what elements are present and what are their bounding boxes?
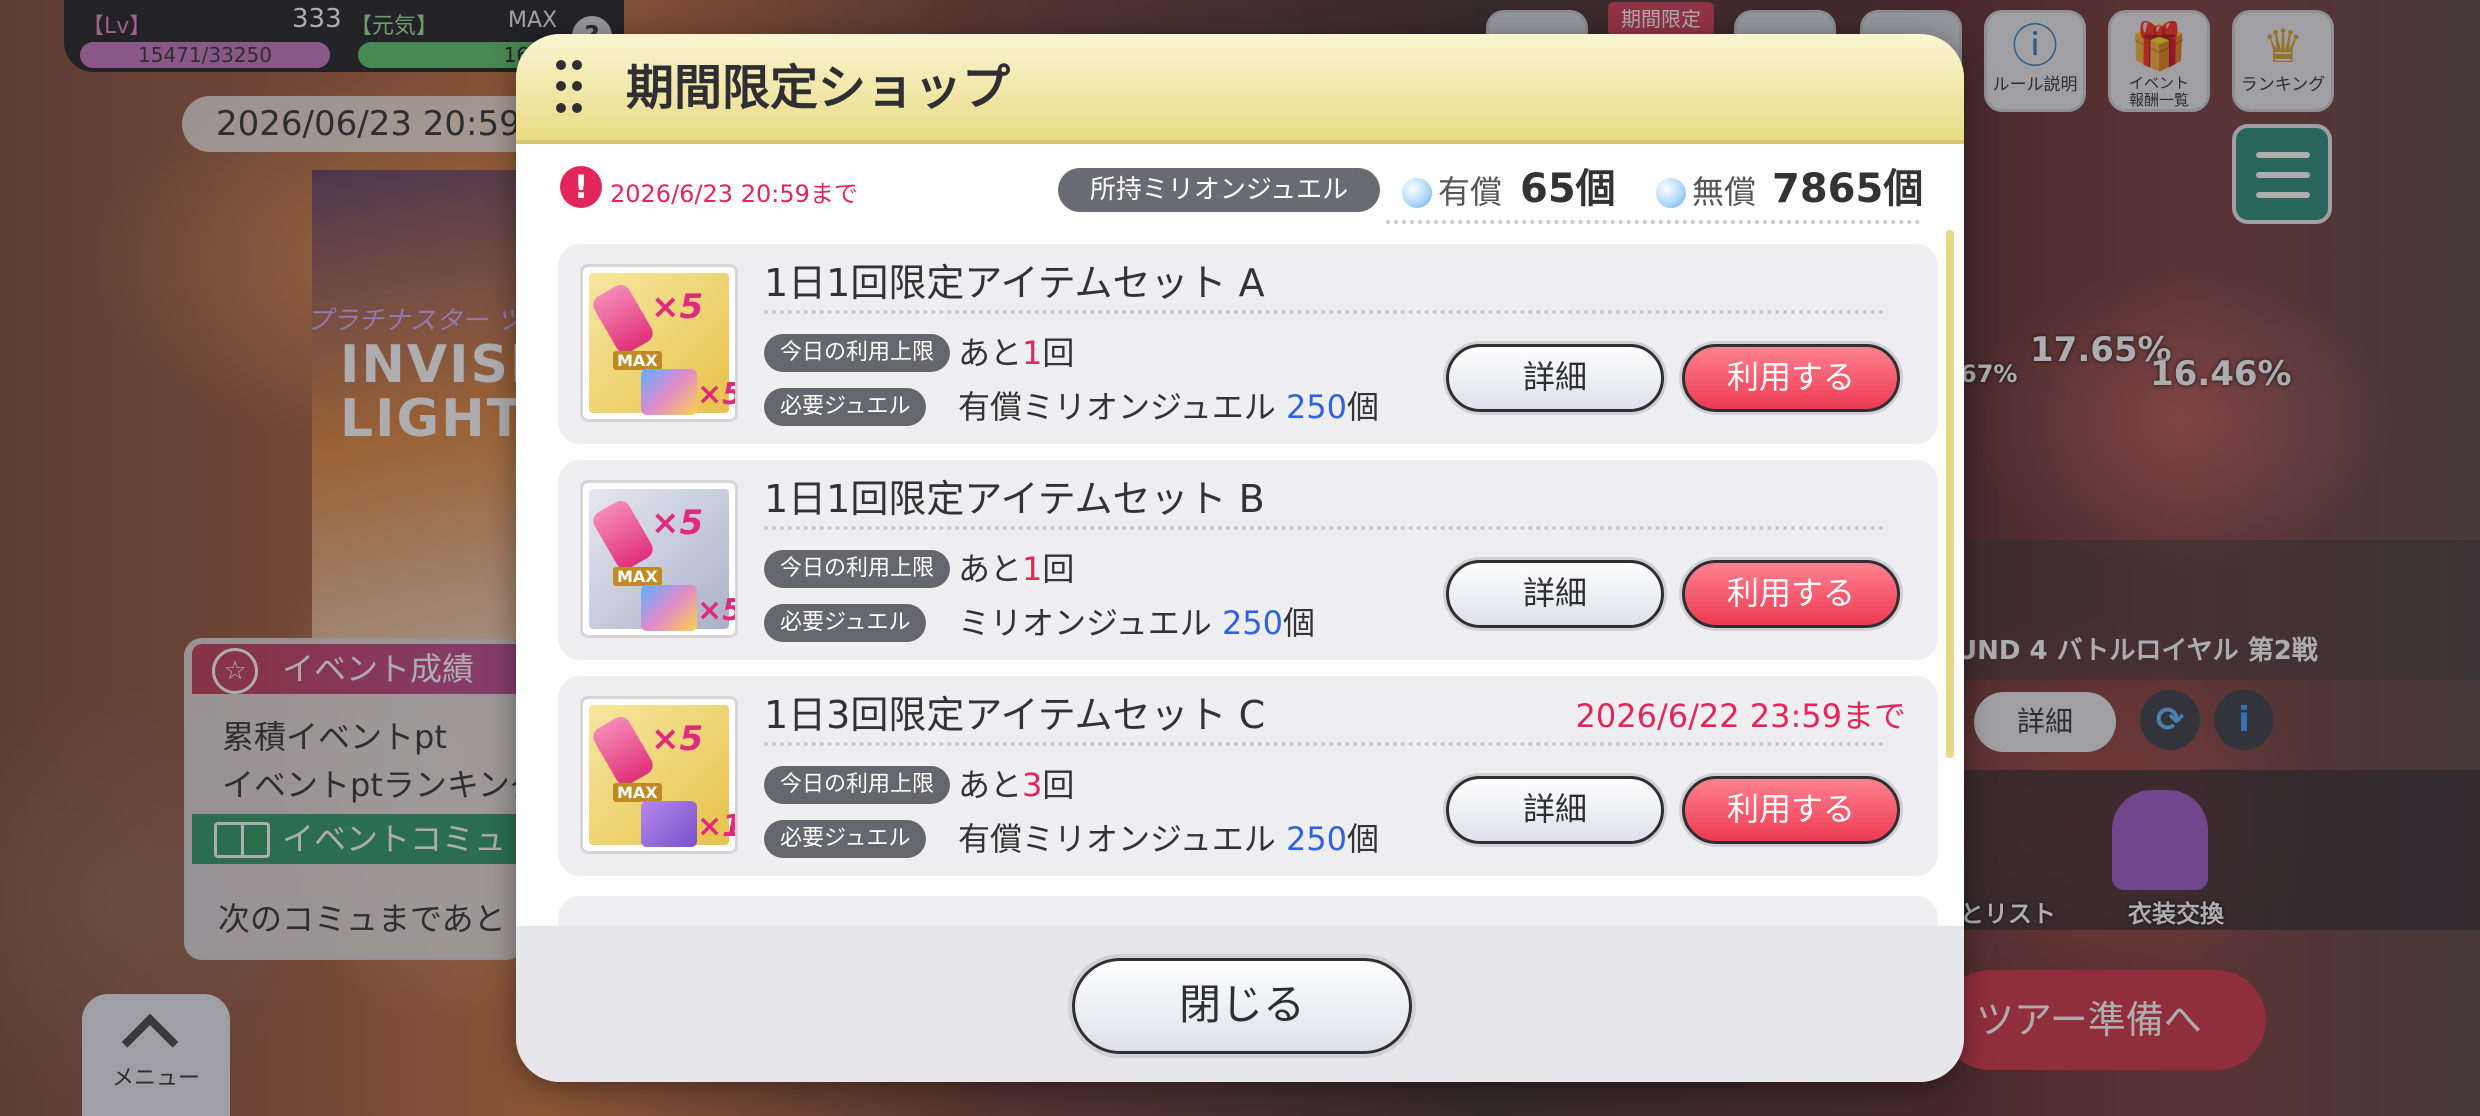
remaining-count: 3 [1022, 766, 1043, 804]
item-thumbnail: ×5 MAX ×5 [580, 264, 738, 422]
scrollbar[interactable] [1946, 230, 1954, 758]
drink-icon [589, 281, 657, 357]
item-cost: 有償ミリオンジュエル 250個 [958, 814, 1379, 864]
cost-unit: 個 [1347, 388, 1380, 426]
divider [1386, 220, 1920, 224]
jewel-icon [1656, 178, 1686, 208]
cost-currency: 有償ミリオンジュエル [958, 820, 1286, 858]
limited-shop-dialog: 期間限定ショップ ! 2026/6/23 20:59まで 所持ミリオンジュエル … [516, 34, 1964, 1082]
quantity-mark: ×5 [697, 593, 735, 628]
drink-icon [589, 713, 657, 789]
item-expiry: 2026/6/22 23:59まで [1575, 697, 1906, 735]
remaining-suffix: 回 [1042, 766, 1075, 804]
remaining-prefix: あと [958, 766, 1023, 804]
paid-count: 65個 [1520, 166, 1616, 212]
item-thumbnail: ×5 MAX ×5 [580, 480, 738, 638]
item-thumbnail-bg: ×5 MAX ×5 [589, 273, 735, 415]
owned-jewel-label: 所持ミリオンジュエル [1058, 168, 1380, 212]
item-thumbnail: ×5 MAX ×1 [580, 696, 738, 854]
daily-limit-badge: 今日の利用上限 [764, 550, 951, 588]
daily-limit-badge: 今日の利用上限 [764, 334, 951, 372]
list-item: ×5 MAX ×5 1日1回限定アイテムセット B 今日の利用上限 必要ジュエル… [558, 460, 1938, 660]
cost-unit: 個 [1283, 604, 1316, 642]
divider [764, 526, 1884, 530]
list-item: ×5 MAX ×1 1日3回限定アイテムセット C 2026/6/22 23:5… [558, 676, 1938, 876]
cost-amount: 250 [1285, 388, 1348, 426]
quantity-mark: ×5 [651, 503, 704, 543]
quantity-mark: ×5 [651, 719, 704, 759]
required-jewel-badge: 必要ジュエル [764, 820, 927, 858]
quantity-mark: ×5 [697, 377, 735, 412]
quantity-mark: ×1 [697, 809, 735, 844]
daily-limit-badge: 今日の利用上限 [764, 766, 951, 804]
list-item: ×5 MAX ×5 1日1回限定アイテムセット A 今日の利用上限 必要ジュエル… [558, 244, 1938, 444]
detail-button[interactable]: 詳細 [1446, 776, 1664, 844]
remaining-prefix: あと [958, 550, 1023, 588]
remaining-count: 1 [1022, 550, 1043, 588]
jewel-icon [1402, 178, 1432, 208]
dialog-header: 期間限定ショップ [516, 34, 1964, 144]
quantity-mark: ×5 [651, 287, 704, 327]
remaining-suffix: 回 [1042, 334, 1075, 372]
cost-amount: 250 [1285, 820, 1348, 858]
ticket-icon [641, 369, 697, 415]
list-item [558, 896, 1938, 926]
max-tag: MAX [613, 567, 662, 586]
remaining-count: 1 [1022, 334, 1043, 372]
detail-button[interactable]: 詳細 [1446, 344, 1664, 412]
drag-handle-icon[interactable] [556, 60, 582, 120]
ticket-icon [641, 801, 697, 847]
required-jewel-badge: 必要ジュエル [764, 604, 927, 642]
warning-icon: ! [560, 166, 602, 208]
drink-icon [589, 497, 657, 573]
free-count: 7865個 [1772, 166, 1924, 212]
item-list[interactable]: ×5 MAX ×5 1日1回限定アイテムセット A 今日の利用上限 必要ジュエル… [558, 230, 1938, 926]
item-thumbnail-bg: ×5 MAX ×5 [589, 489, 735, 631]
remaining-suffix: 回 [1042, 550, 1075, 588]
divider [764, 310, 1884, 314]
item-cost: ミリオンジュエル 250個 [958, 598, 1315, 648]
cost-currency: ミリオンジュエル [958, 604, 1222, 642]
max-tag: MAX [613, 351, 662, 370]
remaining-prefix: あと [958, 334, 1023, 372]
item-cost: 有償ミリオンジュエル 250個 [958, 382, 1379, 432]
dialog-title: 期間限定ショップ [626, 60, 1011, 116]
remaining-uses: あと3回 [958, 760, 1074, 810]
divider [764, 742, 1884, 746]
item-name: 1日1回限定アイテムセット B [764, 477, 1265, 521]
item-name: 1日1回限定アイテムセット A [764, 261, 1265, 305]
required-jewel-badge: 必要ジュエル [764, 388, 927, 426]
cost-unit: 個 [1347, 820, 1380, 858]
remaining-uses: あと1回 [958, 328, 1074, 378]
item-name: 1日3回限定アイテムセット C [764, 693, 1266, 737]
cost-currency: 有償ミリオンジュエル [958, 388, 1286, 426]
paid-label: 有償 [1438, 173, 1503, 211]
close-button[interactable]: 閉じる [1072, 958, 1412, 1054]
cost-amount: 250 [1221, 604, 1284, 642]
item-thumbnail-bg: ×5 MAX ×1 [589, 705, 735, 847]
use-button[interactable]: 利用する [1682, 344, 1900, 412]
shop-deadline: 2026/6/23 20:59まで [610, 180, 858, 208]
use-button[interactable]: 利用する [1682, 776, 1900, 844]
detail-button[interactable]: 詳細 [1446, 560, 1664, 628]
max-tag: MAX [613, 783, 662, 802]
remaining-uses: あと1回 [958, 544, 1074, 594]
ticket-icon [641, 585, 697, 631]
free-label: 無償 [1692, 173, 1757, 211]
use-button[interactable]: 利用する [1682, 560, 1900, 628]
